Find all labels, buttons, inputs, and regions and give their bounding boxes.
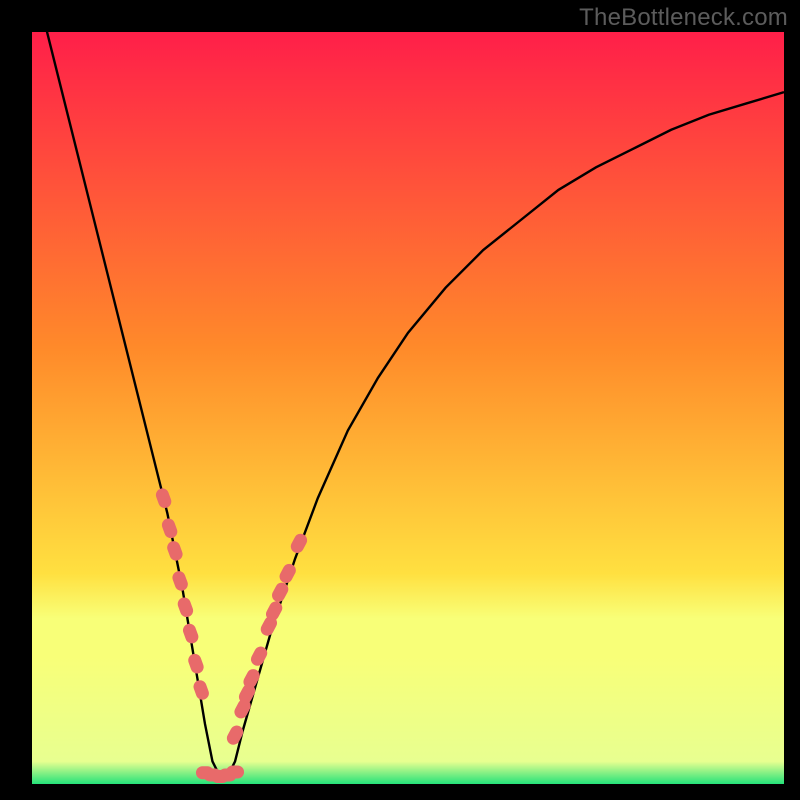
data-marker bbox=[226, 765, 244, 778]
watermark-label: TheBottleneck.com bbox=[579, 4, 788, 32]
chart-frame: TheBottleneck.com bbox=[0, 0, 800, 800]
plot-area bbox=[32, 32, 784, 784]
bottleneck-chart bbox=[32, 32, 784, 784]
gradient-background bbox=[32, 32, 784, 784]
